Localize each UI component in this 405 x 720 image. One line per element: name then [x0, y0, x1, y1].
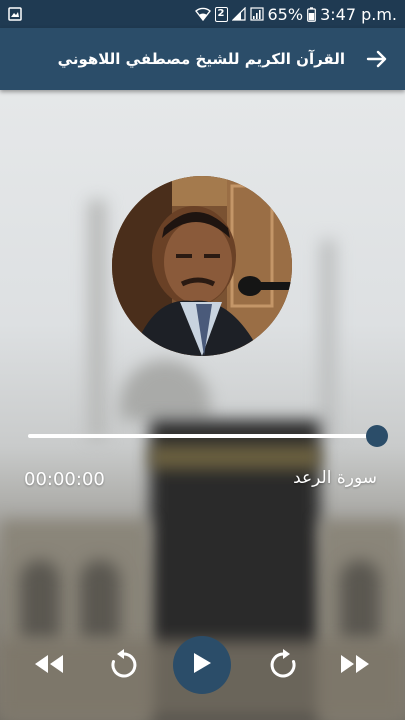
reciter-avatar — [112, 176, 292, 356]
battery-percent: 65% — [267, 4, 304, 24]
signal-icon-1 — [231, 7, 246, 21]
rewind-icon[interactable] — [32, 649, 66, 679]
signal-icon-2 — [249, 7, 264, 21]
seek-thumb[interactable] — [366, 425, 388, 447]
play-icon — [191, 651, 213, 679]
background-image — [0, 0, 405, 720]
gallery-notification-icon — [8, 7, 22, 21]
elapsed-time: 00:00:00 — [24, 469, 105, 490]
app-bar: القرآن الكريم للشيخ مصطفي اللاهوني — [0, 28, 405, 90]
forward-icon[interactable] — [263, 644, 303, 684]
app-title: القرآن الكريم للشيخ مصطفي اللاهوني — [57, 50, 345, 68]
seek-track[interactable] — [28, 434, 378, 438]
seek-bar[interactable] — [28, 425, 388, 447]
player-screen: 2 65% 3:47 p.m. القرآن الكريم للشيخ مصطف… — [0, 0, 405, 720]
track-title: سورة الرعد — [293, 468, 377, 488]
status-bar: 2 65% 3:47 p.m. — [0, 0, 405, 28]
fast-forward-icon[interactable] — [338, 649, 372, 679]
playback-controls — [0, 636, 405, 694]
clock-text: 3:47 p.m. — [320, 4, 397, 24]
battery-icon — [307, 6, 316, 22]
arrow-right-icon[interactable] — [365, 47, 389, 71]
sim-icon: 2 — [214, 6, 228, 22]
replay-icon[interactable] — [104, 644, 144, 684]
wifi-icon — [194, 7, 211, 21]
play-button[interactable] — [173, 636, 231, 694]
